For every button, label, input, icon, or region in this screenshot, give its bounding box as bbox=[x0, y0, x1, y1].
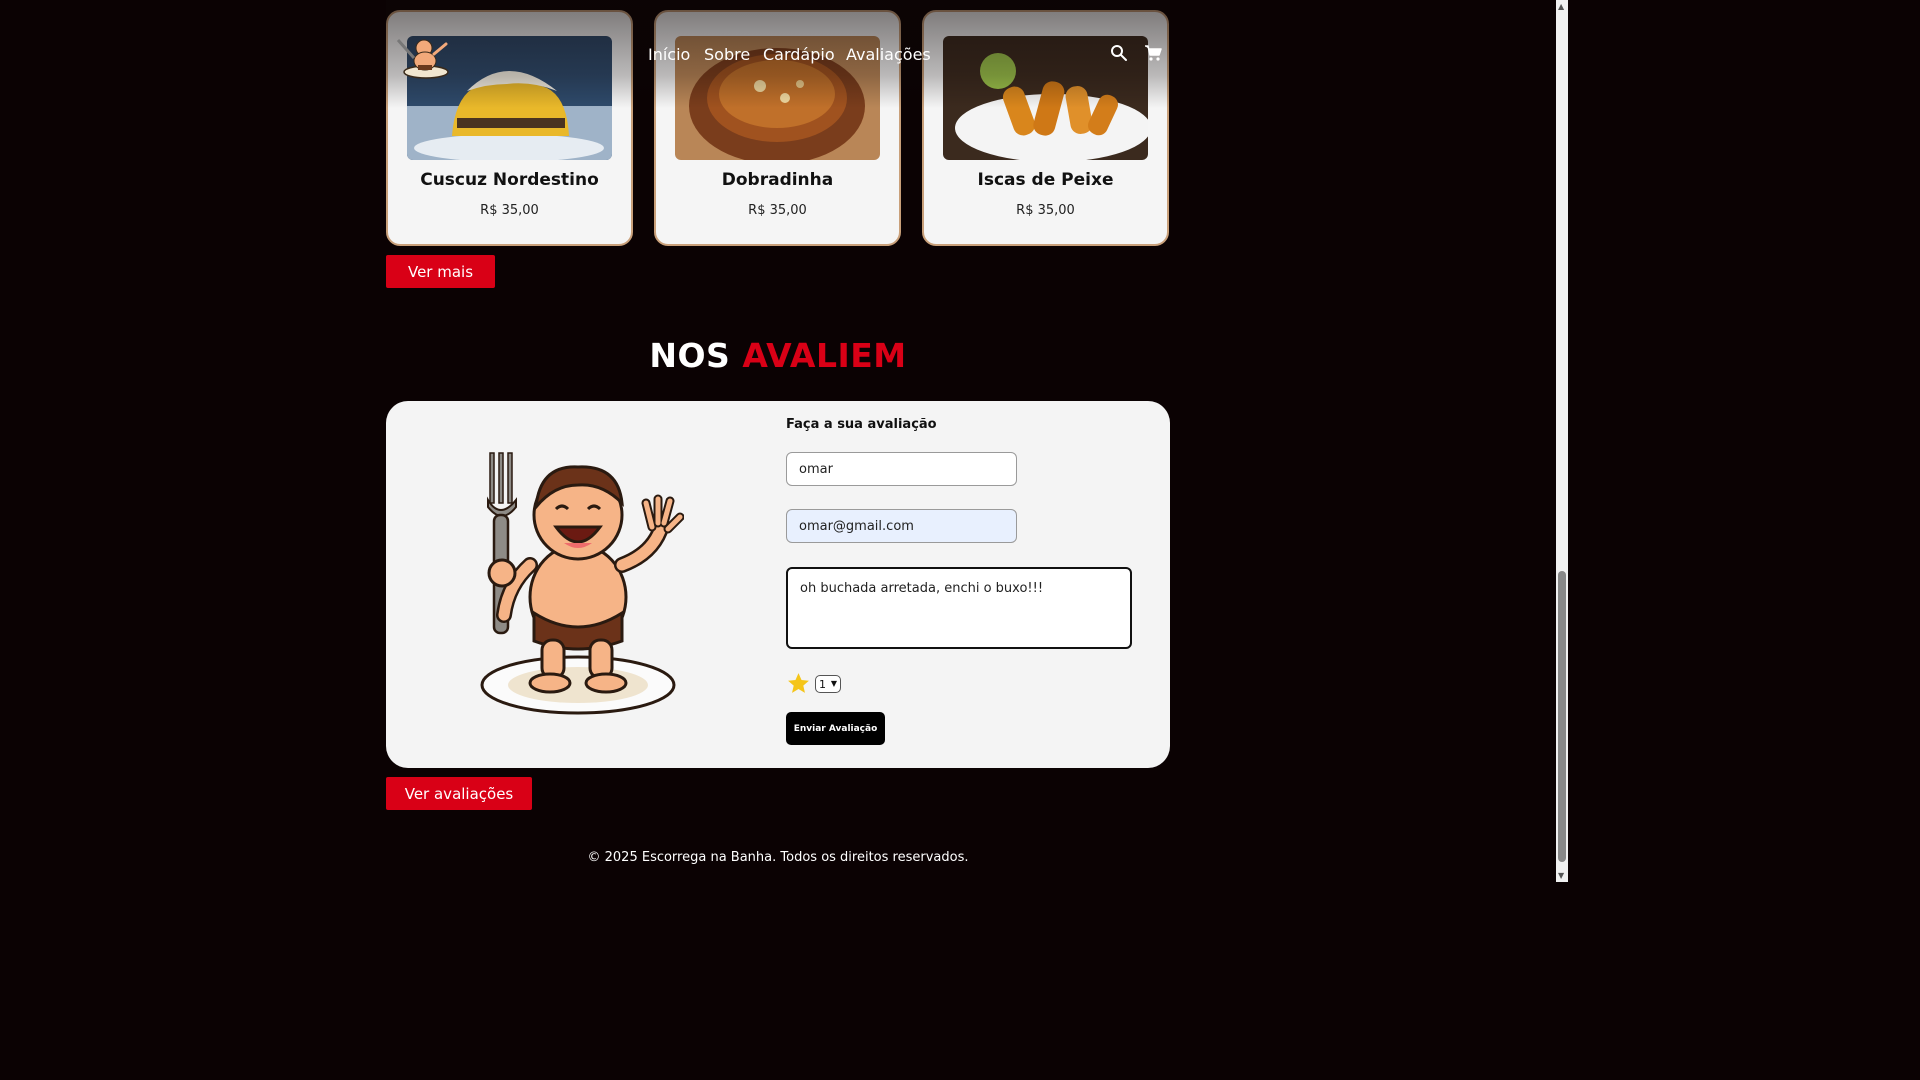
menu-item-price: R$ 35,00 bbox=[480, 203, 539, 218]
reviews-section-title: NOS AVALIEM bbox=[0, 336, 1556, 375]
see-more-button[interactable]: Ver mais bbox=[386, 255, 495, 288]
scrollbar-thumb[interactable] bbox=[1558, 571, 1566, 862]
cart-icon[interactable] bbox=[1143, 43, 1163, 63]
scroll-down-arrow-icon[interactable]: ▼ bbox=[1558, 871, 1564, 880]
menu-item-price: R$ 35,00 bbox=[748, 203, 807, 218]
menu-item-name: Cuscuz Nordestino bbox=[420, 170, 599, 190]
nav-link-cardapio[interactable]: Cardápio bbox=[763, 45, 835, 64]
title-part-white: NOS bbox=[649, 336, 731, 375]
menu-item-name: Dobradinha bbox=[721, 170, 834, 190]
footer-copyright: © 2025 Escorrega na Banha. Todos os dire… bbox=[587, 850, 969, 865]
see-reviews-button[interactable]: Ver avaliações bbox=[386, 777, 532, 810]
star-icon bbox=[786, 671, 811, 696]
submit-review-button[interactable]: Enviar Avaliação bbox=[786, 712, 885, 745]
scroll-up-arrow-icon[interactable]: ▲ bbox=[1558, 2, 1564, 11]
name-input[interactable]: omar bbox=[786, 452, 1017, 486]
mascot-illustration bbox=[472, 445, 685, 717]
review-form-title: Faça a sua avaliação bbox=[786, 417, 937, 432]
nav-link-inicio[interactable]: Início bbox=[648, 45, 690, 64]
search-icon[interactable] bbox=[1109, 43, 1129, 63]
nav-link-sobre[interactable]: Sobre bbox=[704, 45, 750, 64]
chevron-down-icon: ▼ bbox=[830, 679, 837, 688]
logo[interactable] bbox=[394, 34, 454, 80]
page-scrollbar[interactable]: ▲ ▼ bbox=[1556, 0, 1568, 882]
rating-value: 1 bbox=[819, 677, 826, 691]
rating-select[interactable]: 1 ▼ bbox=[815, 675, 841, 693]
email-input[interactable]: omar@gmail.com bbox=[786, 509, 1017, 543]
title-part-red: AVALIEM bbox=[742, 336, 907, 375]
comment-textarea[interactable]: oh buchada arretada, enchi o buxo!!! bbox=[786, 567, 1132, 649]
menu-item-price: R$ 35,00 bbox=[1016, 203, 1075, 218]
menu-item-name: Iscas de Peixe bbox=[977, 170, 1114, 190]
nav-link-avaliacoes[interactable]: Avaliações bbox=[846, 45, 931, 64]
